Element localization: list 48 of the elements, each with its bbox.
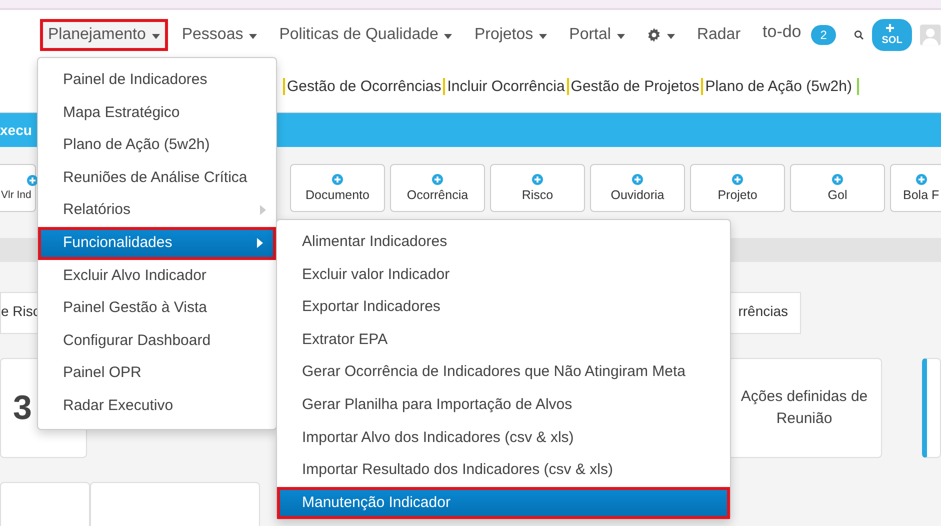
gear-icon: [646, 28, 661, 42]
menu-item[interactable]: Gerar Planilha para Importação de Alvos: [277, 388, 730, 422]
menu-item[interactable]: Importar Resultado dos Indicadores (csv & xls): [277, 454, 730, 487]
plus-circle-icon: [916, 174, 927, 185]
menu-item[interactable]: Importar Alvo dos Indicadores (csv & xls): [277, 422, 730, 454]
menu-item[interactable]: Painel OPR: [38, 357, 276, 390]
quick-add-button[interactable]: Ouvidoria: [590, 164, 685, 212]
menu-item[interactable]: Plano de Ação (5w2h): [38, 129, 276, 162]
nav-menu-item[interactable]: Radar: [688, 19, 749, 51]
quick-link[interactable]: Plano de Ação (5w2h): [701, 78, 859, 94]
banner-title: xecu: [0, 122, 32, 138]
menu-item[interactable]: Funcionalidades: [38, 226, 276, 260]
menu-item[interactable]: Reuniões de Análise Crítica: [38, 162, 276, 194]
quick-link[interactable]: Incluir Ocorrência: [443, 78, 567, 94]
nav-menu-item[interactable]: Projetos: [466, 19, 556, 51]
plus-icon: [886, 24, 894, 32]
plus-circle-icon: [732, 174, 743, 185]
todo-count-badge: 2: [811, 25, 836, 45]
menu-item[interactable]: Excluir Alvo Indicador: [38, 260, 276, 292]
nav-menu-item[interactable]: Politicas de Qualidade: [271, 19, 460, 51]
quick-add-button[interactable]: Bola F: [890, 164, 941, 212]
menu-item[interactable]: Relatórios: [38, 194, 276, 227]
plus-circle-icon: [632, 174, 643, 185]
plus-circle-icon: [832, 174, 843, 185]
plus-circle-icon: [332, 174, 343, 185]
quick-link[interactable]: Gestão de Ocorrências: [283, 78, 444, 94]
quick-add-button[interactable]: Vlr Ind: [0, 164, 36, 212]
menu-item[interactable]: Excluir valor Indicador: [277, 258, 730, 292]
menu-item[interactable]: Gerar Ocorrência de Indicadores que Não Atingiram Meta: [277, 356, 730, 389]
todo-link[interactable]: to-do: [754, 15, 810, 55]
menu-item[interactable]: Alimentar Indicadores: [277, 226, 730, 259]
card-title: Ações definidas de Reunião: [740, 386, 869, 429]
quick-link[interactable]: Gestão de Projetos: [566, 78, 702, 94]
menu-item[interactable]: Painel de Indicadores: [38, 64, 276, 97]
quick-add-button[interactable]: Risco: [490, 164, 585, 212]
menu-item[interactable]: Mapa Estratégico: [38, 96, 276, 130]
plus-circle-icon: [432, 174, 443, 185]
menu-item[interactable]: Radar Executivo: [38, 390, 276, 423]
nav-menu-item[interactable]: Portal: [561, 19, 633, 51]
plus-circle-icon: [532, 174, 543, 185]
nav-menu-item[interactable]: Planejamento: [40, 19, 168, 51]
menu-item[interactable]: Manutenção Indicador: [277, 486, 730, 520]
stat-value: 3: [13, 388, 32, 428]
quick-add-button[interactable]: Ocorrência: [390, 164, 485, 212]
quick-add-button[interactable]: Documento: [290, 164, 385, 212]
nav-menu-item[interactable]: Pessoas: [174, 19, 266, 51]
quick-add-button[interactable]: Gol: [790, 164, 885, 212]
quick-add-button[interactable]: Projeto: [690, 164, 785, 212]
